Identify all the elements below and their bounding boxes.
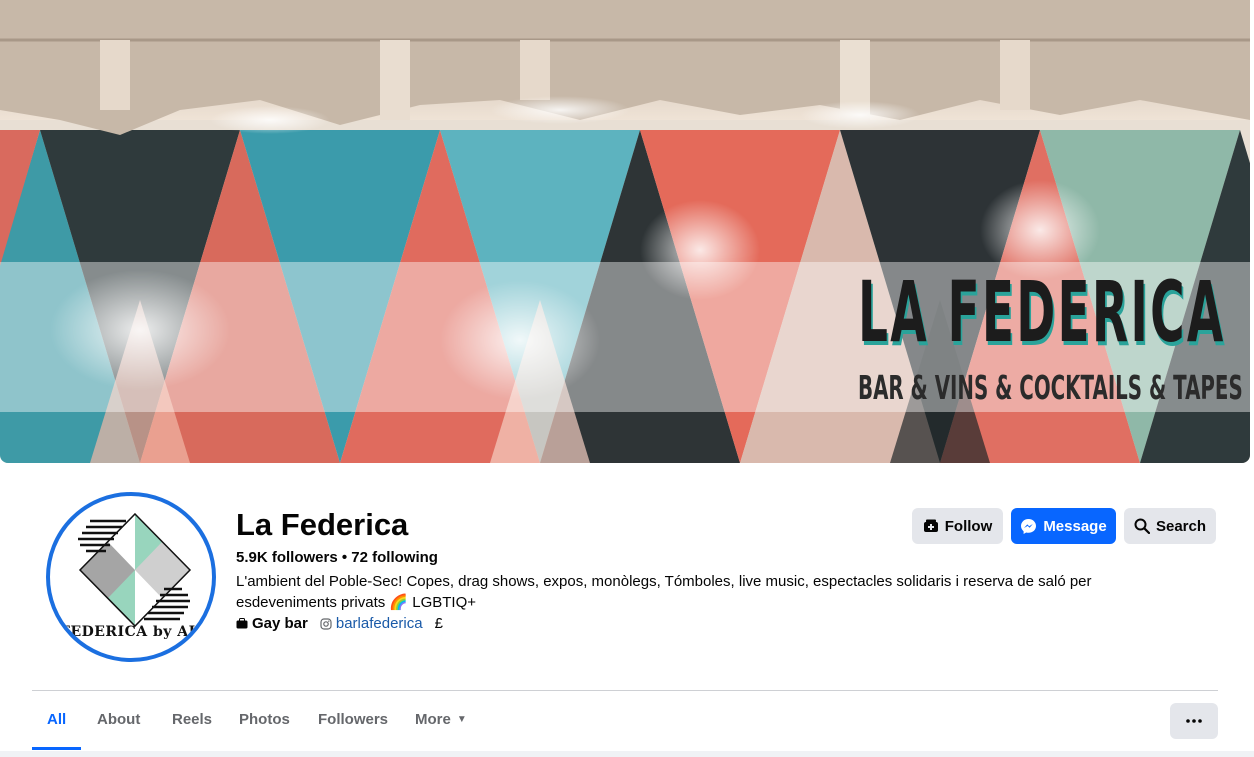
instagram-icon xyxy=(320,618,332,630)
tab-more[interactable]: More ▼ xyxy=(415,710,467,730)
instagram-link[interactable]: barlafederica xyxy=(336,614,423,634)
more-options-icon xyxy=(1186,719,1202,723)
instagram-chip[interactable]: barlafederica xyxy=(320,614,423,634)
tab-more-label: More xyxy=(415,711,451,728)
search-icon xyxy=(1134,518,1150,534)
page-title: La Federica xyxy=(236,507,409,542)
cover-title: LA FEDERICA xyxy=(858,263,1226,361)
search-label: Search xyxy=(1155,517,1207,535)
tab-reels[interactable]: Reels xyxy=(172,710,212,730)
page-details: Gay bar barlafederica £ xyxy=(236,614,455,634)
tabs-bottom-border xyxy=(0,751,1254,757)
active-tab-indicator xyxy=(32,747,81,750)
profile-divider xyxy=(32,690,1218,691)
category-label: Gay bar xyxy=(252,615,308,632)
tab-all[interactable]: All xyxy=(47,710,66,730)
tab-followers[interactable]: Followers xyxy=(318,710,388,730)
page-bio: L'ambient del Poble-Sec! Copes, drag sho… xyxy=(236,573,1092,611)
cover-photo[interactable]: LA FEDERICA BAR & VINS & COCKTAILS & TAP… xyxy=(0,0,1250,463)
messenger-icon xyxy=(1021,518,1037,534)
follow-label: Follow xyxy=(944,517,993,535)
category-icon xyxy=(236,618,248,629)
chevron-down-icon: ▼ xyxy=(456,714,467,726)
cover-subtitle: BAR & VINS & COCKTAILS & TAPES xyxy=(858,368,1243,407)
profile-avatar[interactable]: FEDERICA by ALBER xyxy=(46,492,216,662)
follow-icon xyxy=(923,519,938,532)
search-button[interactable]: Search xyxy=(1124,508,1216,544)
avatar-logo-text: FEDERICA by ALBER xyxy=(60,624,212,640)
message-button[interactable]: Message xyxy=(1011,508,1116,544)
tab-about[interactable]: About xyxy=(97,710,140,730)
more-options-button[interactable] xyxy=(1170,703,1218,739)
price-range: £ xyxy=(434,615,443,632)
follower-stats[interactable]: 5.9K followers • 72 following xyxy=(236,548,438,568)
follow-button[interactable]: Follow xyxy=(912,508,1003,544)
tab-photos[interactable]: Photos xyxy=(239,710,290,730)
category-chip: Gay bar xyxy=(236,614,308,634)
message-label: Message xyxy=(1043,517,1107,535)
